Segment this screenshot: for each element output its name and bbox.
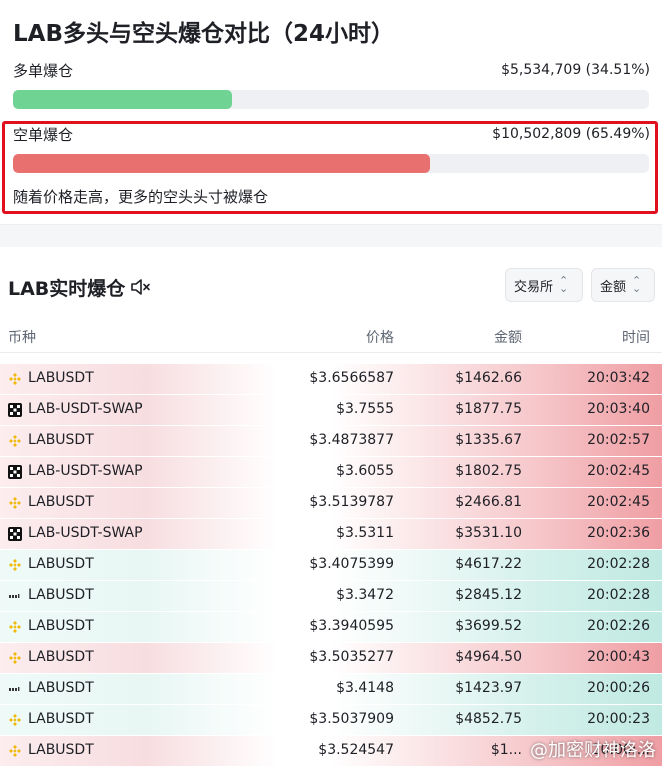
row-time: 20:02:57 — [587, 432, 650, 448]
table-row[interactable]: LAB-USDT-SWAP $3.6055 $1802.75 20:02:45 — [0, 457, 662, 488]
row-amount: $2466.81 — [455, 494, 522, 510]
row-price: $3.5311 — [336, 525, 394, 541]
table-row[interactable]: LABUSDT $3.3472 $2845.12 20:02:28 — [0, 581, 662, 612]
column-header-amount: 金额 — [494, 330, 522, 346]
row-symbol: LABUSDT — [28, 432, 94, 448]
row-price: $3.5139787 — [309, 494, 394, 510]
row-symbol: LABUSDT — [28, 370, 94, 386]
row-price: $3.524547 — [318, 742, 394, 758]
exchange-filter-label: 交易所 — [514, 279, 554, 295]
table-row[interactable]: LABUSDT $3.3940595 $3699.52 20:02:26 — [0, 612, 662, 643]
speaker-muted-icon[interactable] — [130, 277, 152, 297]
binance-icon — [9, 621, 21, 633]
section-divider — [0, 224, 662, 247]
row-amount: $1877.75 — [455, 401, 522, 417]
binance-icon — [9, 497, 21, 509]
table-row[interactable]: LABUSDT $3.4873877 $1335.67 20:02:57 — [0, 426, 662, 457]
row-price: $3.6055 — [336, 463, 394, 479]
table-row[interactable]: LABUSDT $3.5139787 $2466.81 20:02:45 — [0, 488, 662, 519]
exchange-filter-select[interactable]: 交易所 ⌃ ⌄ — [505, 268, 583, 302]
row-time: 20:00:43 — [587, 649, 650, 665]
realtime-liquidation-title: LAB实时爆仓 — [8, 278, 126, 300]
table-row[interactable]: LABUSDT $3.4148 $1423.97 20:00:26 — [0, 674, 662, 705]
row-time: 20:02:28 — [587, 587, 650, 603]
row-symbol: LABUSDT — [28, 618, 94, 634]
table-row[interactable]: LABUSDT $3.5037909 $4852.75 20:00:23 — [0, 705, 662, 736]
row-amount: $4852.75 — [455, 711, 522, 727]
binance-icon — [9, 652, 21, 664]
row-price: $3.3472 — [336, 587, 394, 603]
row-amount: $4617.22 — [455, 556, 522, 572]
row-time: 20:03:42 — [587, 370, 650, 386]
binance-icon — [9, 745, 21, 757]
okx-icon — [8, 465, 22, 479]
row-symbol: LABUSDT — [28, 649, 94, 665]
column-header-time: 时间 — [622, 330, 650, 346]
long-liquidation-value: $5,534,709 (34.51%) — [501, 62, 650, 78]
table-row[interactable]: LABUSDT $3.4075399 $4617.22 20:02:28 — [0, 550, 662, 581]
long-liquidation-bar-track — [13, 90, 649, 109]
row-amount: $3699.52 — [455, 618, 522, 634]
row-symbol: LAB-USDT-SWAP — [28, 401, 143, 417]
amount-filter-label: 金额 — [600, 279, 627, 295]
row-price: $3.4148 — [336, 680, 394, 696]
row-amount: $3531.10 — [455, 525, 522, 541]
row-price: $3.7555 — [336, 401, 394, 417]
sort-chevron-icon: ⌃ ⌄ — [632, 274, 642, 295]
row-amount: $1462.66 — [455, 370, 522, 386]
okx-icon — [8, 527, 22, 541]
row-time: 20:02:28 — [587, 556, 650, 572]
long-liquidation-label: 多单爆仓 — [13, 62, 74, 80]
row-price: $3.3940595 — [309, 618, 394, 634]
row-time: 20:02:36 — [587, 525, 650, 541]
row-time: 20:00:23 — [587, 711, 650, 727]
sort-chevron-icon: ⌃ ⌄ — [559, 274, 569, 295]
row-price: $3.4873877 — [309, 432, 394, 448]
long-liquidation-bar-fill — [13, 90, 233, 109]
bybit-icon — [9, 594, 20, 598]
binance-icon — [9, 435, 21, 447]
row-symbol: LABUSDT — [28, 711, 94, 727]
page-title: LAB多头与空头爆仓对比（24小时） — [13, 21, 394, 47]
row-symbol: LABUSDT — [28, 587, 94, 603]
row-symbol: LABUSDT — [28, 494, 94, 510]
okx-icon — [8, 403, 22, 417]
highlight-box — [2, 121, 658, 214]
row-amount: $1335.67 — [455, 432, 522, 448]
binance-icon — [9, 714, 21, 726]
row-symbol: LAB-USDT-SWAP — [28, 463, 143, 479]
table-row[interactable]: LABUSDT $3.6566587 $1462.66 20:03:42 — [0, 364, 662, 395]
row-amount: $1423.97 — [455, 680, 522, 696]
column-header-price: 价格 — [366, 330, 394, 346]
table-row[interactable]: LAB-USDT-SWAP $3.7555 $1877.75 20:03:40 — [0, 395, 662, 426]
row-price: $3.5037909 — [309, 711, 394, 727]
table-row[interactable]: LAB-USDT-SWAP $3.5311 $3531.10 20:02:36 — [0, 519, 662, 550]
watermark: @加密财神洛洛 — [530, 740, 656, 761]
liquidation-table-body: LABUSDT $3.6566587 $1462.66 20:03:42 LAB-USD… — [0, 364, 662, 767]
long-short-comparison-panel: LAB多头与空头爆仓对比（24小时） 多单爆仓 $5,534,709 (34.5… — [0, 0, 662, 224]
amount-filter-select[interactable]: 金额 ⌃ ⌄ — [591, 268, 655, 302]
row-time: 20:02:26 — [587, 618, 650, 634]
row-time: 20:02:45 — [587, 494, 650, 510]
table-row[interactable]: LABUSDT $3.5035277 $4964.50 20:00:43 — [0, 643, 662, 674]
row-time: 20:02:45 — [587, 463, 650, 479]
row-symbol: LABUSDT — [28, 556, 94, 572]
table-header: 币种 价格 金额 时间 — [0, 318, 662, 353]
row-amount: $2845.12 — [455, 587, 522, 603]
row-price: $3.6566587 — [309, 370, 394, 386]
row-amount: $1802.75 — [455, 463, 522, 479]
row-price: $3.4075399 — [309, 556, 394, 572]
row-amount: $4964.50 — [455, 649, 522, 665]
row-symbol: LAB-USDT-SWAP — [28, 525, 143, 541]
row-price: $3.5035277 — [309, 649, 394, 665]
row-time: 20:00:26 — [587, 680, 650, 696]
binance-icon — [9, 559, 21, 571]
row-symbol: LABUSDT — [28, 680, 94, 696]
row-symbol: LABUSDT — [28, 742, 94, 758]
row-amount: $1... — [490, 742, 522, 758]
bybit-icon — [9, 687, 20, 691]
binance-icon — [9, 373, 21, 385]
column-header-symbol: 币种 — [8, 330, 36, 346]
row-time: 20:03:40 — [587, 401, 650, 417]
